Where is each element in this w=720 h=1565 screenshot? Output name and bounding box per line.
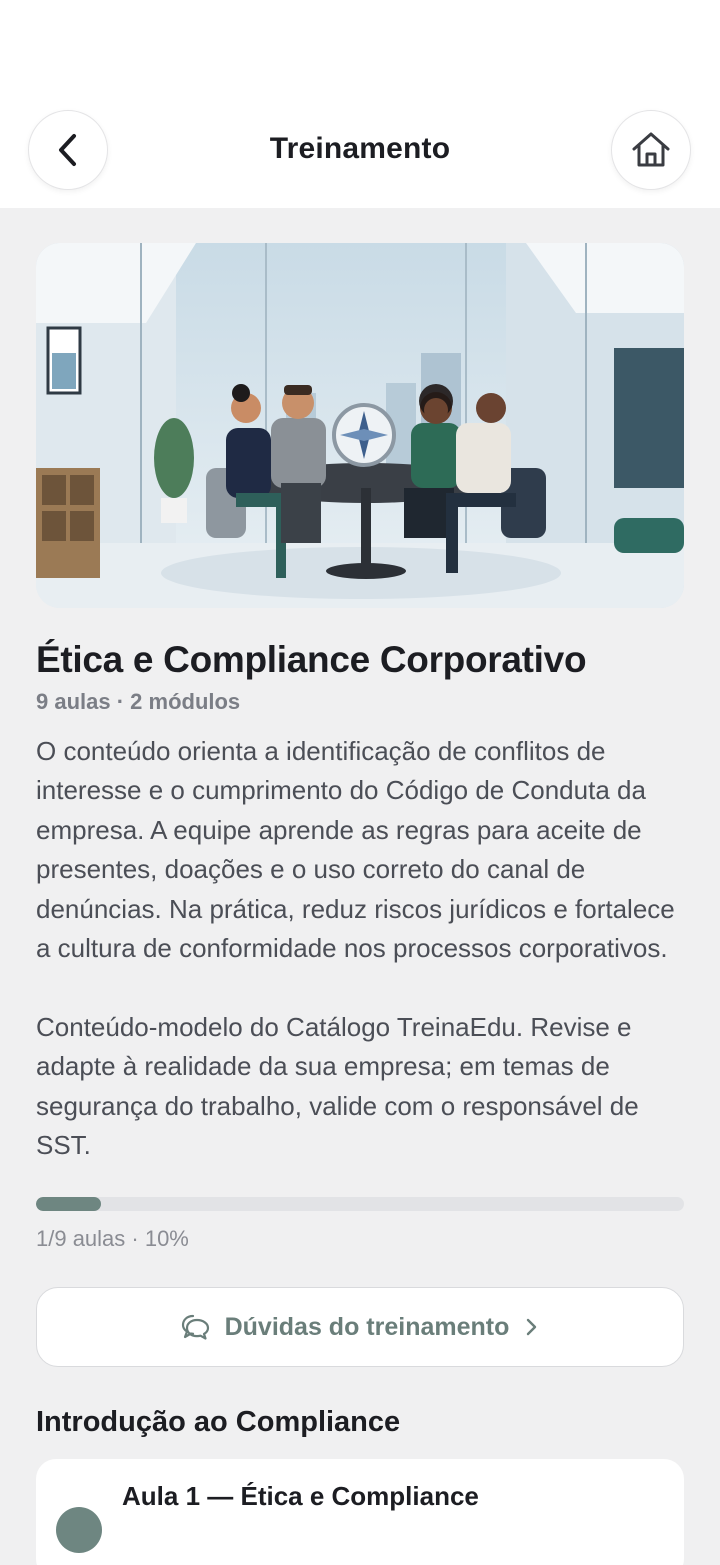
course-progress-label: 1/9 aulas · 10%: [36, 1226, 189, 1252]
lesson-status-icon: [56, 1507, 102, 1554]
course-meta: 9 aulas · 2 módulos: [36, 689, 241, 714]
status-bar: [0, 0, 720, 100]
course-title: Ética e Compliance Corporativo: [36, 639, 587, 680]
course-description: O conteúdo orienta a identificação de co…: [36, 736, 675, 1161]
course-progress-fill: [36, 1197, 101, 1212]
chat-bubbles-icon: [181, 1315, 209, 1341]
module-title: Introdução ao Compliance: [36, 1406, 401, 1439]
course-content: Ética e Compliance Corporativo 9 aulas ·…: [36, 243, 684, 1565]
course-progress-bar: [36, 1197, 684, 1212]
course-hero-image: [36, 243, 684, 608]
training-questions-button[interactable]: Dúvidas do treinamento: [36, 1287, 684, 1368]
training-questions-label: Dúvidas do treinamento: [224, 1312, 510, 1341]
chevron-right-icon: [527, 1319, 537, 1336]
home-icon: [632, 132, 670, 167]
back-button[interactable]: [28, 110, 108, 190]
page-title: Treinamento: [269, 132, 451, 165]
lesson-title: Aula 1 — Ética e Compliance: [122, 1481, 479, 1512]
home-button[interactable]: [611, 110, 691, 190]
top-navigation-bar: Treinamento: [0, 100, 720, 208]
lesson-item[interactable]: Aula 1 — Ética e Compliance: [36, 1459, 684, 1565]
chevron-left-icon: [59, 134, 76, 166]
